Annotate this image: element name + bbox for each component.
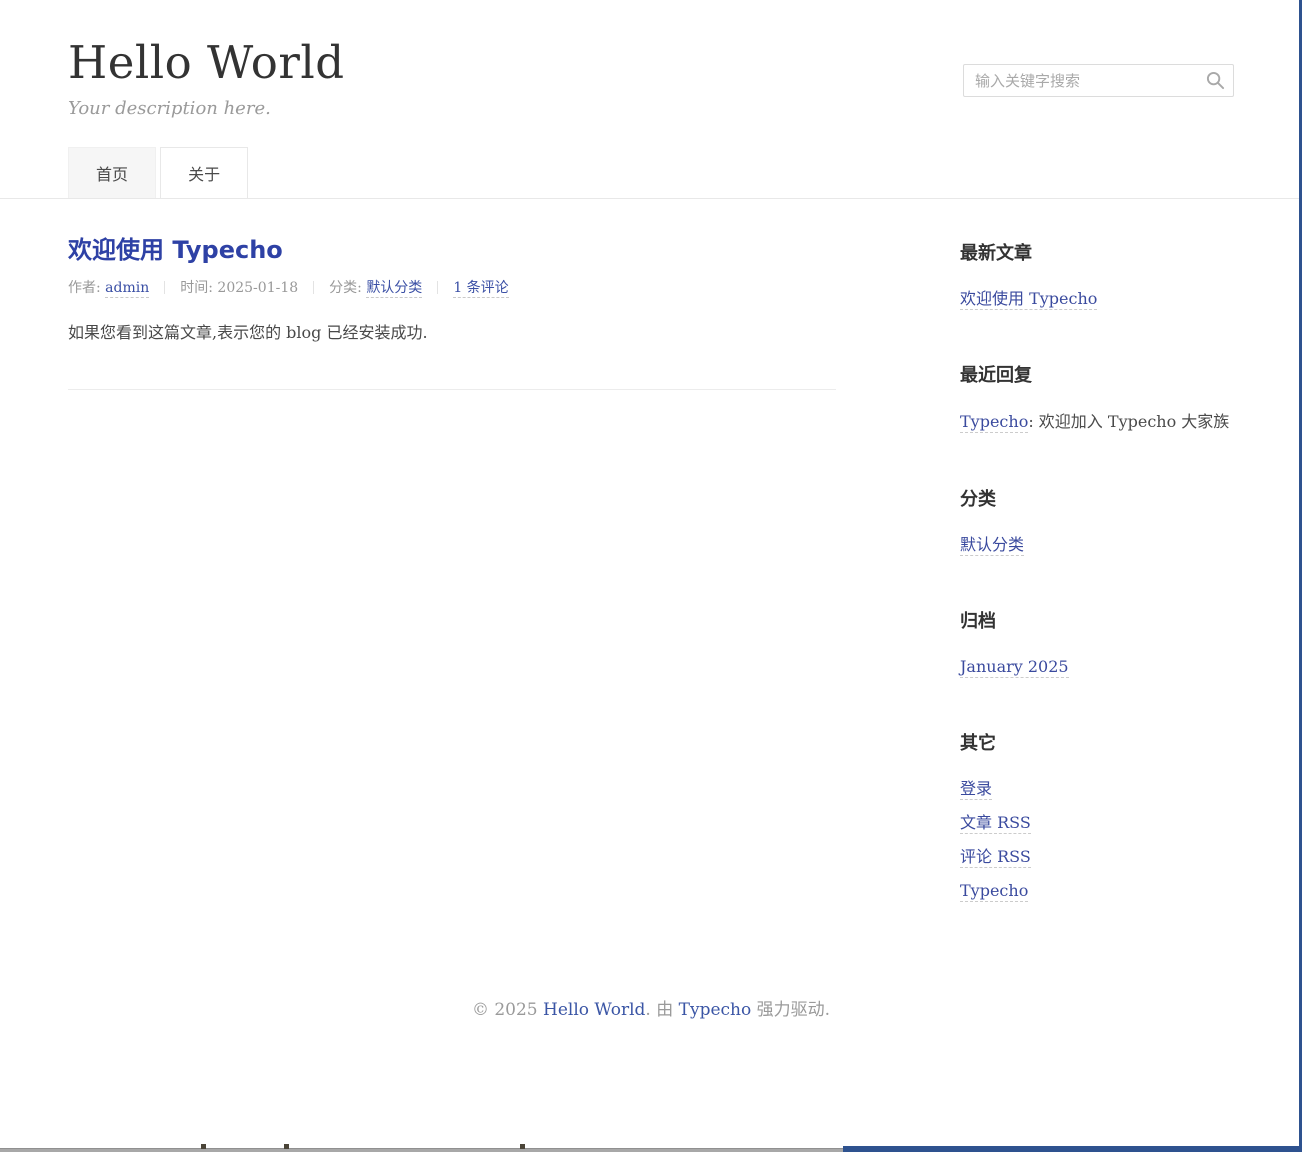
search-icon[interactable] bbox=[1206, 71, 1225, 90]
list-item: 欢迎使用 Typecho bbox=[960, 289, 1234, 309]
widget-title: 分类 bbox=[960, 485, 1234, 511]
list-item: 默认分类 bbox=[960, 535, 1234, 555]
nav-item-about[interactable]: 关于 bbox=[160, 147, 248, 198]
taskbar-speck bbox=[201, 1144, 206, 1149]
widget-title: 其它 bbox=[960, 729, 1234, 755]
post-date: 2025-01-18 bbox=[217, 280, 298, 296]
sidebar: 最新文章 欢迎使用 Typecho 最近回复 Typecho: 欢迎加入 Typ… bbox=[960, 199, 1234, 953]
copyright-text: © 2025 bbox=[472, 1000, 543, 1020]
list-item: Typecho bbox=[960, 881, 1234, 901]
post-divider bbox=[68, 389, 836, 390]
comment-excerpt: : 欢迎加入 Typecho 大家族 bbox=[1028, 412, 1229, 431]
nav-item-home[interactable]: 首页 bbox=[68, 147, 156, 198]
site-header: Hello World Your description here. 首页 关于 bbox=[0, 0, 1302, 199]
list-item: January 2025 bbox=[960, 657, 1234, 677]
recent-comment: Typecho: 欢迎加入 Typecho 大家族 bbox=[960, 411, 1234, 433]
author-label: 作者: bbox=[68, 280, 105, 296]
footer: © 2025 Hello World. 由 Typecho 强力驱动. bbox=[68, 953, 1234, 1020]
comment-rss-link[interactable]: 评论 RSS bbox=[960, 847, 1031, 868]
meta-divider bbox=[164, 281, 165, 294]
date-label: 时间: bbox=[180, 280, 217, 296]
widget-misc: 其它 登录 文章 RSS 评论 RSS Typecho bbox=[960, 729, 1234, 901]
post-list: 欢迎使用 Typecho 作者: admin 时间: 2025-01-18 分类: … bbox=[68, 199, 836, 391]
search-input[interactable] bbox=[963, 64, 1234, 97]
category-sidebar-link[interactable]: 默认分类 bbox=[960, 535, 1024, 556]
list-item: 文章 RSS bbox=[960, 813, 1234, 833]
post-title-link[interactable]: 欢迎使用 Typecho bbox=[68, 236, 283, 265]
footer-suffix-text: 强力驱动. bbox=[751, 1000, 830, 1020]
category-link[interactable]: 默认分类 bbox=[366, 280, 422, 298]
window-edge-bottom bbox=[843, 1146, 1302, 1152]
widget-recent-comments: 最近回复 Typecho: 欢迎加入 Typecho 大家族 bbox=[960, 361, 1234, 433]
category-label: 分类: bbox=[329, 280, 366, 296]
list-item: 评论 RSS bbox=[960, 847, 1234, 867]
post-body: 如果您看到这篇文章,表示您的 blog 已经安装成功. bbox=[68, 321, 836, 345]
taskbar-edge bbox=[0, 1148, 843, 1152]
meta-divider bbox=[313, 281, 314, 294]
commenter-link[interactable]: Typecho bbox=[960, 412, 1028, 433]
author-link[interactable]: admin bbox=[105, 280, 149, 298]
widget-archives: 归档 January 2025 bbox=[960, 607, 1234, 677]
post: 欢迎使用 Typecho 作者: admin 时间: 2025-01-18 分类: … bbox=[68, 199, 836, 346]
widget-title: 归档 bbox=[960, 607, 1234, 633]
recent-post-link[interactable]: 欢迎使用 Typecho bbox=[960, 289, 1097, 310]
taskbar-speck bbox=[284, 1144, 289, 1149]
list-item: 登录 bbox=[960, 779, 1234, 799]
footer-site-link[interactable]: Hello World bbox=[543, 1000, 645, 1020]
login-link[interactable]: 登录 bbox=[960, 779, 992, 800]
typecho-link[interactable]: Typecho bbox=[960, 881, 1028, 902]
blog-page: Hello World Your description here. 首页 关于… bbox=[0, 0, 1302, 1152]
footer-middle-text: . 由 bbox=[645, 1000, 678, 1020]
site-description: Your description here. bbox=[68, 98, 1234, 119]
widget-title: 最新文章 bbox=[960, 239, 1234, 265]
widget-title: 最近回复 bbox=[960, 361, 1234, 387]
search-box bbox=[963, 64, 1234, 97]
footer-engine-link[interactable]: Typecho bbox=[679, 1000, 752, 1020]
taskbar-speck bbox=[520, 1144, 525, 1149]
archive-link[interactable]: January 2025 bbox=[960, 657, 1069, 678]
post-meta: 作者: admin 时间: 2025-01-18 分类: 默认分类 1 条评论 bbox=[68, 277, 836, 297]
comments-link[interactable]: 1 条评论 bbox=[453, 280, 508, 298]
widget-recent-posts: 最新文章 欢迎使用 Typecho bbox=[960, 239, 1234, 309]
meta-divider bbox=[437, 281, 438, 294]
post-rss-link[interactable]: 文章 RSS bbox=[960, 813, 1031, 834]
main-nav: 首页 关于 bbox=[68, 147, 1234, 198]
widget-categories: 分类 默认分类 bbox=[960, 485, 1234, 555]
